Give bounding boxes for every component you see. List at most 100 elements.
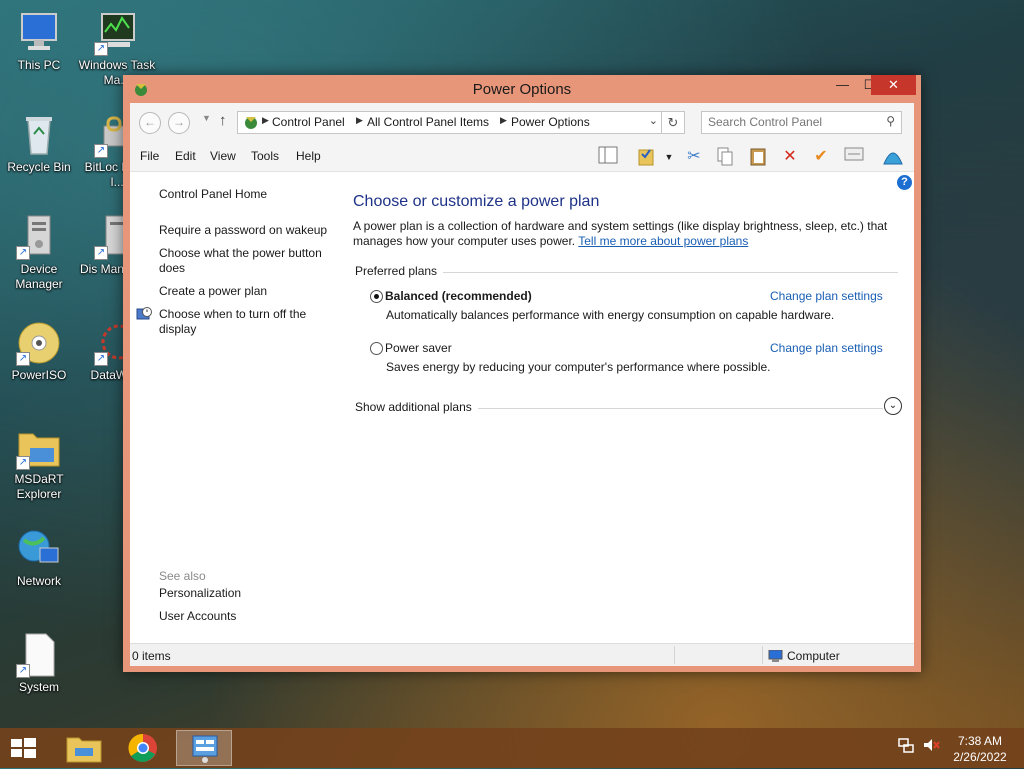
- desktop-icon-poweriso[interactable]: ↗ PowerISO: [0, 320, 78, 383]
- window-title: Power Options: [472, 81, 572, 98]
- menu-edit[interactable]: Edit: [175, 149, 196, 163]
- back-button[interactable]: ←: [139, 112, 161, 134]
- delete-icon[interactable]: ✕: [779, 146, 801, 168]
- clock-time: 7:38 AM: [957, 734, 1003, 748]
- breadcrumb-power-options[interactable]: Power Options: [511, 115, 590, 129]
- search-box[interactable]: ⚲: [701, 111, 902, 134]
- desktop-icon-msdart-explorer[interactable]: ↗ MSDaRT Explorer: [0, 424, 78, 502]
- menu-file[interactable]: File: [140, 149, 159, 163]
- desktop-icon-device-manager[interactable]: ↗ Device Manager: [0, 214, 78, 292]
- desktop-icon-network[interactable]: Network: [0, 526, 78, 589]
- taskbar: 7:38 AM 2/26/2022: [0, 728, 1024, 768]
- network-icon: [16, 526, 62, 572]
- change-plan-settings-power-saver[interactable]: Change plan settings: [770, 341, 883, 355]
- desktop-icon-label: MSDaRT Explorer: [14, 472, 64, 501]
- start-button[interactable]: [8, 736, 38, 760]
- globe-icon[interactable]: [882, 146, 904, 168]
- desktop-icon-this-pc[interactable]: This PC: [0, 10, 78, 73]
- clock-monitor-icon: [136, 306, 152, 322]
- shortcut-arrow-icon: ↗: [16, 246, 30, 260]
- power-saver-radio[interactable]: [370, 342, 383, 355]
- nav-power-button[interactable]: Choose what the power button does: [159, 246, 329, 276]
- status-divider: [762, 646, 763, 664]
- nav-control-panel-home[interactable]: Control Panel Home: [159, 187, 267, 202]
- shortcut-arrow-icon: ↗: [94, 352, 108, 366]
- address-bar[interactable]: ▶ Control Panel ▶ All Control Panel Item…: [237, 111, 662, 134]
- forward-button[interactable]: →: [168, 112, 190, 134]
- close-button[interactable]: ✕: [871, 75, 916, 95]
- cut-icon[interactable]: ✂: [683, 146, 705, 168]
- clock-date: 2/26/2022: [953, 750, 1007, 764]
- paste-icon[interactable]: [747, 146, 769, 168]
- nav-create-plan[interactable]: Create a power plan: [159, 284, 267, 299]
- change-plan-settings-balanced[interactable]: Change plan settings: [770, 289, 883, 303]
- breadcrumb-separator-icon: ▶: [356, 115, 363, 125]
- plan-description-balanced: Automatically balances performance with …: [386, 308, 835, 322]
- computer-icon: [16, 10, 62, 56]
- chevron-down-icon[interactable]: ⌄: [649, 114, 658, 127]
- desktop-icon-label: Device Manager: [15, 262, 63, 291]
- balanced-radio[interactable]: [370, 290, 383, 303]
- taskbar-chrome[interactable]: [115, 730, 171, 766]
- plan-name-power-saver[interactable]: Power saver: [385, 341, 452, 355]
- desktop-icon-label: PowerISO: [11, 368, 67, 382]
- breadcrumb-separator-icon: ▶: [500, 115, 507, 125]
- desktop-icon-recycle-bin[interactable]: Recycle Bin: [0, 112, 78, 175]
- folder-icon: ↗: [16, 424, 62, 470]
- menu-bar: File Edit View Tools Help ▼ ✂ ✕ ✔: [130, 141, 914, 172]
- search-icon[interactable]: ⚲: [886, 114, 895, 128]
- up-arrow-icon[interactable]: ↑: [219, 112, 227, 129]
- title-bar[interactable]: Power Options — ☐ ✕: [123, 75, 921, 103]
- chevron-down-icon[interactable]: ▼: [658, 146, 680, 168]
- nav-user-accounts[interactable]: User Accounts: [159, 609, 236, 624]
- copy-icon[interactable]: [714, 146, 736, 168]
- item-count: 0 items: [132, 649, 171, 663]
- nav-display-off[interactable]: Choose when to turn off the display: [159, 307, 319, 337]
- help-icon[interactable]: ?: [897, 175, 912, 190]
- computer-icon: [768, 649, 783, 662]
- show-additional-plans[interactable]: Show additional plans: [355, 400, 478, 414]
- search-input[interactable]: [702, 112, 878, 131]
- shortcut-arrow-icon: ↗: [94, 246, 108, 260]
- breadcrumb-all-items[interactable]: All Control Panel Items: [367, 115, 489, 129]
- page-title: Choose or customize a power plan: [353, 193, 600, 210]
- expand-chevron-icon[interactable]: ⌄: [884, 397, 902, 415]
- minimize-button[interactable]: —: [829, 75, 856, 95]
- see-also-label: See also: [159, 569, 206, 583]
- recent-locations-icon[interactable]: ▼: [202, 113, 211, 123]
- shortcut-arrow-icon: ↗: [94, 144, 108, 158]
- shortcut-arrow-icon: ↗: [16, 664, 30, 678]
- status-bar: 0 items Computer: [130, 643, 914, 666]
- status-divider: [674, 646, 675, 664]
- breadcrumb-control-panel[interactable]: Control Panel: [272, 115, 345, 129]
- menu-tools[interactable]: Tools: [251, 149, 279, 163]
- menu-help[interactable]: Help: [296, 149, 321, 163]
- shortcut-arrow-icon: ↗: [16, 456, 30, 470]
- breadcrumb-separator-icon: ▶: [262, 115, 269, 125]
- volume-muted-icon[interactable]: [922, 737, 940, 756]
- desktop-icon-label: System: [18, 680, 59, 694]
- desktop-icon-label: This PC: [17, 58, 61, 72]
- nav-require-password[interactable]: Require a password on wakeup: [159, 223, 327, 238]
- system-clock[interactable]: 7:38 AM 2/26/2022: [950, 733, 1010, 765]
- taskbar-file-explorer[interactable]: [57, 730, 113, 766]
- plan-name-balanced[interactable]: Balanced (recommended): [385, 289, 532, 303]
- power-options-window: Power Options — ☐ ✕ ← → ▼ ↑ ▶ Control Pa…: [123, 75, 921, 672]
- nav-personalization[interactable]: Personalization: [159, 586, 241, 601]
- zone-label: Computer: [787, 649, 840, 663]
- control-panel-icon: [243, 114, 259, 130]
- desktop-icon-label: Recycle Bin: [7, 160, 71, 174]
- plan-description-power-saver: Saves energy by reducing your computer's…: [386, 360, 771, 374]
- layout-pane-icon[interactable]: [597, 146, 619, 168]
- folder-check-icon[interactable]: [635, 146, 657, 168]
- desktop-icon-system[interactable]: ↗ System: [0, 632, 78, 695]
- network-status-icon[interactable]: [898, 737, 914, 756]
- taskbar-control-panel[interactable]: [176, 730, 232, 766]
- refresh-button[interactable]: ↻: [662, 111, 685, 134]
- learn-more-link[interactable]: Tell me more about power plans: [578, 234, 748, 248]
- window-client: ← → ▼ ↑ ▶ Control Panel ▶ All Control Pa…: [130, 103, 914, 666]
- desktop-icon-label: Network: [16, 574, 61, 588]
- menu-view[interactable]: View: [210, 149, 236, 163]
- properties-icon[interactable]: [843, 146, 865, 168]
- checkmark-icon[interactable]: ✔: [810, 146, 832, 168]
